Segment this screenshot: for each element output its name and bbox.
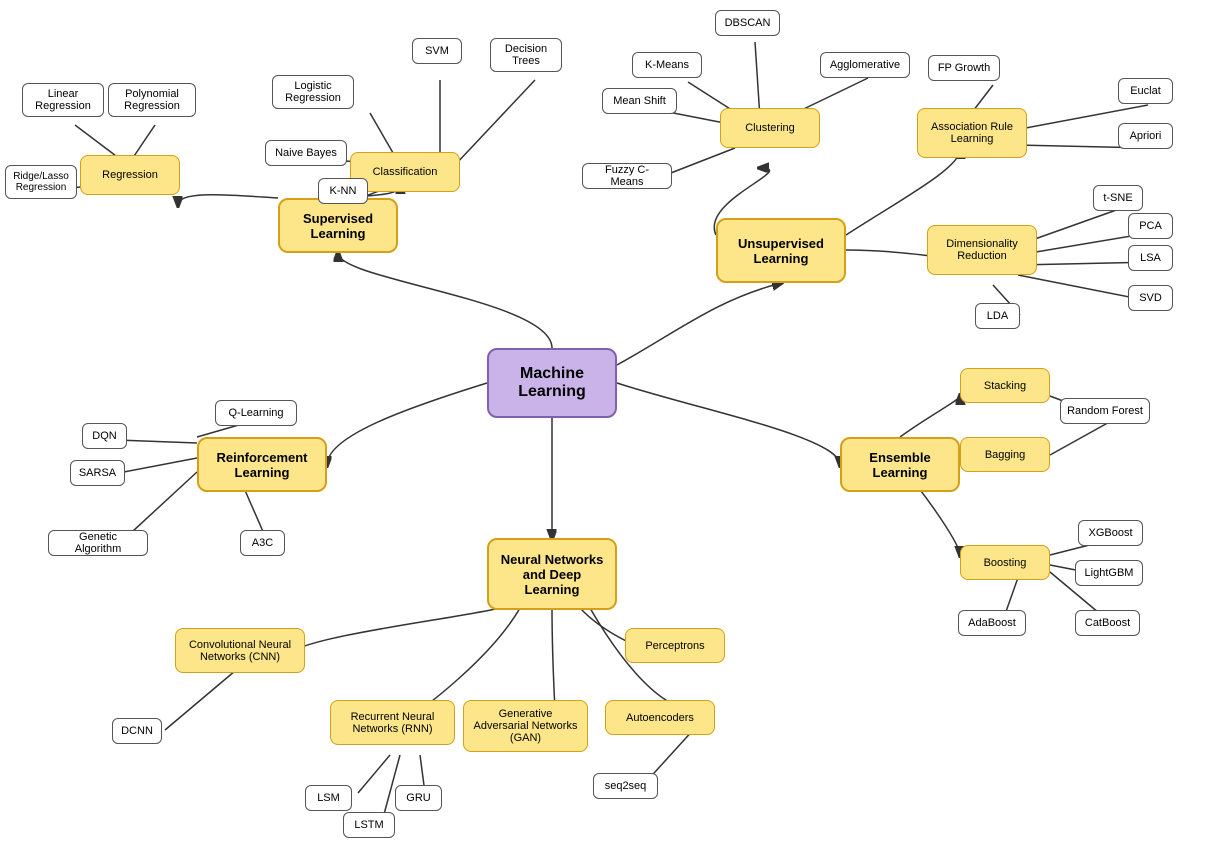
- leaf-lightgbm: LightGBM: [1075, 560, 1143, 586]
- leaf-adaboost: AdaBoost: [958, 610, 1026, 636]
- leaf-agglomerative: Agglomerative: [820, 52, 910, 78]
- node-autoencoders-label: Autoencoders: [626, 712, 694, 724]
- leaf-knn: K-NN: [318, 178, 368, 204]
- node-unsupervised: Unsupervised Learning: [716, 218, 846, 283]
- leaf-xgboost: XGBoost: [1078, 520, 1143, 546]
- node-boosting-label: Boosting: [984, 557, 1027, 569]
- node-rnn-label: Recurrent Neural Networks (RNN): [351, 711, 435, 735]
- leaf-fp-growth: FP Growth: [928, 55, 1000, 81]
- node-autoencoders: Autoencoders: [605, 700, 715, 735]
- leaf-lsa: LSA: [1128, 245, 1173, 271]
- node-stacking-label: Stacking: [984, 380, 1026, 392]
- node-assoc-rule: Association Rule Learning: [917, 108, 1027, 158]
- leaf-dbscan: DBSCAN: [715, 10, 780, 36]
- node-rnn: Recurrent Neural Networks (RNN): [330, 700, 455, 745]
- leaf-tsne: t-SNE: [1093, 185, 1143, 211]
- node-ensemble: Ensemble Learning: [840, 437, 960, 492]
- node-perceptrons-label: Perceptrons: [645, 640, 704, 652]
- node-dim-reduction: Dimensionality Reduction: [927, 225, 1037, 275]
- leaf-kmeans: K-Means: [632, 52, 702, 78]
- leaf-q-learning: Q-Learning: [215, 400, 297, 426]
- mindmap-canvas: Machine Learning Supervised Learning Uns…: [0, 0, 1207, 842]
- node-ensemble-label: Ensemble Learning: [869, 450, 930, 480]
- leaf-pca: PCA: [1128, 213, 1173, 239]
- node-dim-reduction-label: Dimensionality Reduction: [946, 238, 1018, 262]
- node-supervised-label: Supervised Learning: [303, 211, 373, 241]
- node-neural-networks-label: Neural Networks and Deep Learning: [501, 552, 604, 597]
- leaf-a3c: A3C: [240, 530, 285, 556]
- node-perceptrons: Perceptrons: [625, 628, 725, 663]
- leaf-ridge-lasso: Ridge/Lasso Regression: [5, 165, 77, 199]
- leaf-random-forest: Random Forest: [1060, 398, 1150, 424]
- node-unsupervised-label: Unsupervised Learning: [738, 236, 824, 266]
- leaf-mean-shift: Mean Shift: [602, 88, 677, 114]
- leaf-svm: SVM: [412, 38, 462, 64]
- leaf-apriori: Apriori: [1118, 123, 1173, 149]
- node-classification-label: Classification: [373, 166, 438, 178]
- leaf-logistic: Logistic Regression: [272, 75, 354, 109]
- leaf-dqn: DQN: [82, 423, 127, 449]
- node-bagging: Bagging: [960, 437, 1050, 472]
- node-cnn: Convolutional Neural Networks (CNN): [175, 628, 305, 673]
- leaf-euclat: Euclat: [1118, 78, 1173, 104]
- node-supervised: Supervised Learning: [278, 198, 398, 253]
- leaf-gru: GRU: [395, 785, 442, 811]
- leaf-genetic-algorithm: Genetic Algorithm: [48, 530, 148, 556]
- leaf-poly-reg: Polynomial Regression: [108, 83, 196, 117]
- leaf-fuzzy-cmeans: Fuzzy C-Means: [582, 163, 672, 189]
- node-regression: Regression: [80, 155, 180, 195]
- node-gan: Generative Adversarial Networks (GAN): [463, 700, 588, 752]
- node-reinforcement-label: Reinforcement Learning: [216, 450, 307, 480]
- leaf-naive-bayes: Naive Bayes: [265, 140, 347, 166]
- leaf-lsm: LSM: [305, 785, 352, 811]
- node-gan-label: Generative Adversarial Networks (GAN): [474, 708, 578, 744]
- leaf-linear-reg: Linear Regression: [22, 83, 104, 117]
- leaf-catboost: CatBoost: [1075, 610, 1140, 636]
- leaf-dcnn: DCNN: [112, 718, 162, 744]
- node-neural-networks: Neural Networks and Deep Learning: [487, 538, 617, 610]
- node-bagging-label: Bagging: [985, 449, 1025, 461]
- node-reinforcement: Reinforcement Learning: [197, 437, 327, 492]
- node-machine-learning-label: Machine Learning: [518, 365, 586, 401]
- node-stacking: Stacking: [960, 368, 1050, 403]
- node-assoc-rule-label: Association Rule Learning: [931, 121, 1013, 145]
- node-regression-label: Regression: [102, 169, 158, 181]
- node-machine-learning: Machine Learning: [487, 348, 617, 418]
- node-cnn-label: Convolutional Neural Networks (CNN): [189, 639, 291, 663]
- node-clustering-label: Clustering: [745, 122, 795, 134]
- leaf-lda: LDA: [975, 303, 1020, 329]
- leaf-seq2seq: seq2seq: [593, 773, 658, 799]
- leaf-lstm: LSTM: [343, 812, 395, 838]
- leaf-decision-trees: Decision Trees: [490, 38, 562, 72]
- leaf-sarsa: SARSA: [70, 460, 125, 486]
- node-boosting: Boosting: [960, 545, 1050, 580]
- leaf-svd: SVD: [1128, 285, 1173, 311]
- node-clustering: Clustering: [720, 108, 820, 148]
